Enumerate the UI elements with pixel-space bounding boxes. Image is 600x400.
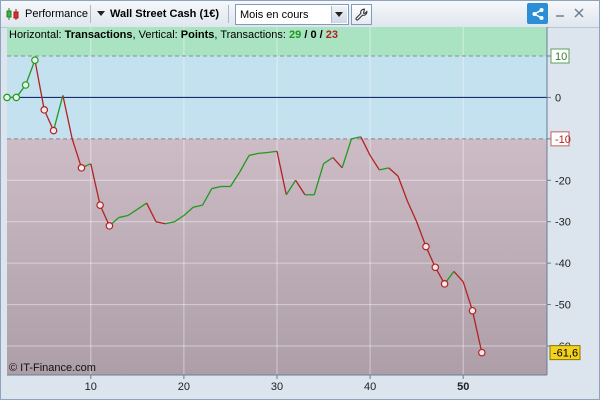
- y-tick-label: -10: [555, 134, 571, 146]
- last-value-label: -61,6: [553, 348, 578, 360]
- header-vertical-value: Points: [180, 29, 215, 41]
- y-tick-label: -50: [555, 300, 571, 312]
- minimize-icon: [556, 15, 564, 17]
- header-slash: /: [316, 29, 326, 41]
- trade-marker-down: [431, 263, 440, 272]
- trade-marker-up: [12, 93, 21, 102]
- trade-marker-up: [21, 81, 30, 89]
- trade-marker-up: [3, 93, 11, 102]
- header-prefix-vertical: , Vertical:: [132, 29, 181, 41]
- performance-button[interactable]: Performance: [5, 1, 88, 27]
- trade-marker-down: [77, 164, 86, 172]
- toolbar: Performance Wall Street Cash (1€) Mois e…: [1, 1, 599, 28]
- y-tick-label: 10: [555, 51, 567, 63]
- y-tick-label: -40: [555, 258, 571, 270]
- header-wins-count: 29: [289, 29, 302, 41]
- minimize-button[interactable]: [552, 5, 568, 21]
- trade-marker-down: [40, 106, 49, 114]
- x-tick-label: 50: [457, 381, 469, 393]
- header-losses-count: 23: [325, 29, 338, 41]
- dropdown-arrow-icon: [97, 11, 105, 16]
- candlestick-icon: [6, 8, 19, 20]
- trade-marker-down: [478, 348, 486, 357]
- period-dropdown-button[interactable]: [331, 6, 347, 23]
- close-icon: [574, 8, 584, 18]
- x-tick-label: 10: [85, 381, 97, 393]
- trade-marker-down: [468, 306, 477, 315]
- x-tick-label: 20: [178, 381, 190, 393]
- trade-marker-down: [422, 242, 430, 251]
- x-tick-label: 40: [364, 381, 376, 393]
- y-tick-label: 0: [555, 92, 561, 104]
- instrument-label: Wall Street Cash (1€): [110, 8, 220, 20]
- wrench-icon: [355, 8, 367, 20]
- app-window: Performance Wall Street Cash (1€) Mois e…: [0, 0, 600, 400]
- trade-marker-up: [31, 56, 39, 64]
- toolbar-separator: [228, 5, 229, 23]
- settings-button[interactable]: [351, 4, 372, 25]
- toolbar-separator: [90, 5, 91, 23]
- trade-marker-down: [105, 222, 114, 230]
- chart-header: Horizontal: Transactions, Vertical: Poin…: [9, 29, 338, 41]
- copyright-label: © IT-Finance.com: [9, 362, 96, 374]
- close-button[interactable]: [571, 5, 587, 21]
- equity-segment: [258, 151, 268, 155]
- share-icon: [532, 7, 543, 20]
- share-button[interactable]: [527, 3, 548, 24]
- y-tick-label: -30: [555, 217, 571, 229]
- performance-chart: 1020304050100-10-20-30-40-50-60-61,6© IT…: [3, 27, 581, 397]
- period-select[interactable]: Mois en cours: [235, 4, 349, 25]
- trade-marker-down: [49, 126, 58, 135]
- header-horizontal-value: Transactions: [64, 29, 133, 41]
- chevron-down-icon: [335, 11, 343, 17]
- trade-marker-down: [440, 280, 449, 288]
- instrument-selector[interactable]: Wall Street Cash (1€): [97, 1, 219, 27]
- x-tick-label: 30: [271, 381, 283, 393]
- y-tick-label: -20: [555, 175, 571, 187]
- performance-label: Performance: [25, 8, 88, 20]
- trade-marker-down: [96, 201, 104, 209]
- period-value: Mois en cours: [240, 8, 309, 21]
- header-prefix-transactions: , Transactions:: [214, 29, 290, 41]
- header-prefix-horizontal: Horizontal:: [9, 29, 65, 41]
